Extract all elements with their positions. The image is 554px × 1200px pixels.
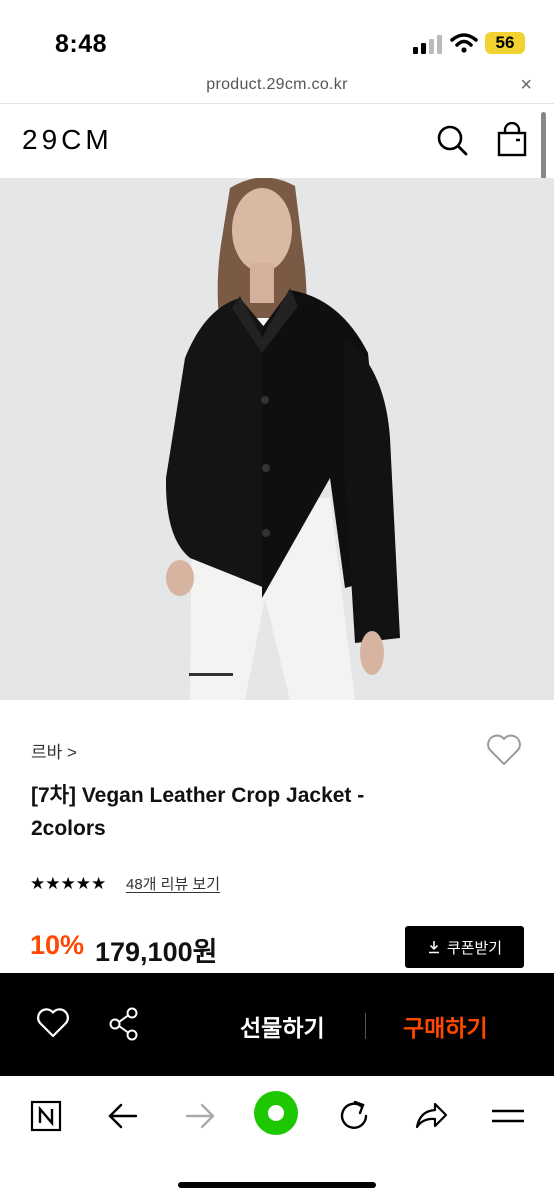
product-title: [7차] Vegan Leather Crop Jacket - 2colors: [31, 784, 365, 840]
wifi-icon: [450, 33, 478, 53]
carousel-indicator[interactable]: [189, 673, 233, 676]
rating-stars: ★★★★★: [30, 874, 107, 893]
bag-icon[interactable]: [494, 122, 530, 158]
product-price: 179,100원: [95, 937, 218, 967]
home-indicator: [178, 1182, 376, 1188]
divider: [365, 1013, 366, 1039]
forward-arrow-icon: [185, 1103, 215, 1129]
reviews-link[interactable]: 48개 리뷰 보기: [126, 873, 220, 894]
product-image[interactable]: [0, 178, 554, 700]
buy-button[interactable]: 구매하기: [403, 1009, 488, 1043]
back-arrow-icon[interactable]: [103, 1096, 143, 1136]
signal-icon: [413, 35, 442, 54]
site-logo[interactable]: 29CM: [22, 124, 113, 156]
green-dot-icon[interactable]: [253, 1090, 299, 1136]
gift-button[interactable]: 선물하기: [240, 1009, 325, 1043]
battery-indicator: 56: [485, 32, 525, 54]
menu-icon[interactable]: [488, 1096, 528, 1136]
search-icon[interactable]: [434, 122, 470, 158]
share-arrow-icon[interactable]: [411, 1096, 451, 1136]
status-time: 8:48: [55, 30, 108, 58]
naver-n-icon[interactable]: [27, 1096, 67, 1136]
close-icon[interactable]: ×: [520, 74, 532, 97]
heart-icon[interactable]: [485, 733, 523, 767]
purchase-bar: 선물하기 구매하기: [0, 973, 554, 1076]
status-bar: 8:48 56: [0, 0, 554, 70]
browser-toolbar: [0, 1076, 554, 1200]
coupon-button[interactable]: 쿠폰받기: [405, 926, 524, 968]
model-illustration: [0, 178, 554, 700]
url-bar[interactable]: product.29cm.co.kr ×: [0, 70, 554, 104]
coupon-label: 쿠폰받기: [446, 939, 503, 957]
url-text[interactable]: product.29cm.co.kr: [0, 76, 554, 94]
share-icon[interactable]: [108, 1007, 140, 1041]
reload-icon[interactable]: [334, 1096, 374, 1136]
discount-rate: 10%: [30, 930, 85, 960]
site-header: 29CM: [0, 104, 554, 178]
download-icon: [428, 941, 439, 954]
heart-icon[interactable]: [36, 1007, 70, 1039]
brand-link[interactable]: 르바 >: [31, 738, 77, 763]
